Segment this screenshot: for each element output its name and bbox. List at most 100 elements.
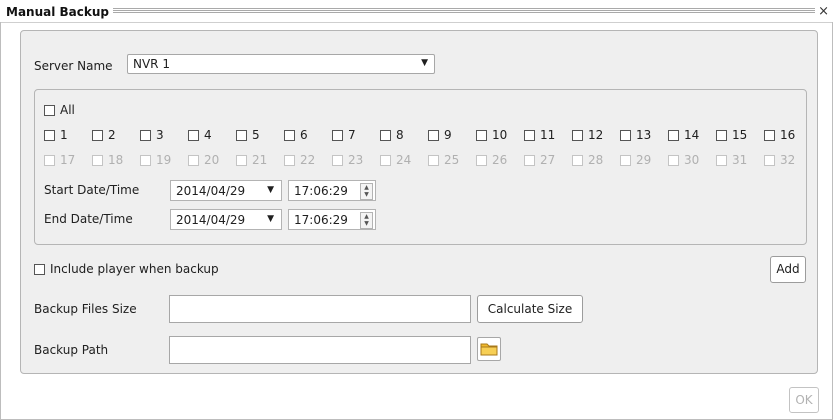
checkbox-box bbox=[476, 130, 487, 141]
include-player-checkbox[interactable]: Include player when backup bbox=[34, 262, 219, 276]
backup-path-field[interactable] bbox=[169, 336, 471, 364]
caret-down-icon: ▼ bbox=[267, 214, 274, 224]
checkbox-channel-label: 18 bbox=[108, 153, 124, 167]
checkbox-channel: 32 bbox=[764, 153, 795, 167]
checkbox-channel[interactable]: 4 bbox=[188, 128, 212, 142]
checkbox-box bbox=[524, 130, 535, 141]
checkbox-channel[interactable]: 1 bbox=[44, 128, 68, 142]
checkbox-channel-label: 11 bbox=[540, 128, 556, 142]
caret-down-icon: ▼ bbox=[267, 185, 274, 195]
browse-folder-button[interactable] bbox=[477, 337, 501, 361]
backup-path-label: Backup Path bbox=[34, 343, 109, 357]
spin-arrows-icon[interactable]: ▲ ▼ bbox=[360, 212, 373, 229]
server-name-label: Server Name bbox=[34, 59, 113, 73]
checkbox-channel[interactable]: 11 bbox=[524, 128, 555, 142]
checkbox-channel-label: 1 bbox=[60, 128, 68, 142]
checkbox-box bbox=[716, 130, 727, 141]
checkbox-channel: 27 bbox=[524, 153, 555, 167]
checkbox-channel: 20 bbox=[188, 153, 219, 167]
checkbox-channel-label: 32 bbox=[780, 153, 796, 167]
checkbox-box bbox=[572, 130, 583, 141]
start-date-picker[interactable]: 2014/04/29 ▼ bbox=[170, 180, 282, 201]
checkbox-channel: 19 bbox=[140, 153, 171, 167]
checkbox-channel: 22 bbox=[284, 153, 315, 167]
checkbox-channel-label: 14 bbox=[684, 128, 700, 142]
checkbox-channel[interactable]: 6 bbox=[284, 128, 308, 142]
checkbox-box bbox=[668, 130, 679, 141]
checkbox-channel-label: 13 bbox=[636, 128, 652, 142]
backup-files-size-field[interactable] bbox=[169, 295, 471, 323]
checkbox-box bbox=[572, 155, 583, 166]
checkbox-channel-label: 12 bbox=[588, 128, 604, 142]
checkbox-channel-label: 30 bbox=[684, 153, 700, 167]
backup-files-size-label: Backup Files Size bbox=[34, 302, 137, 316]
checkbox-box bbox=[236, 130, 247, 141]
checkbox-box bbox=[764, 130, 775, 141]
checkbox-channel-label: 7 bbox=[348, 128, 356, 142]
checkbox-box bbox=[716, 155, 727, 166]
checkbox-channel-label: 3 bbox=[156, 128, 164, 142]
checkbox-box bbox=[284, 155, 295, 166]
end-time-field[interactable]: 17:06:29 ▲ ▼ bbox=[288, 209, 376, 230]
checkbox-all[interactable]: All bbox=[44, 103, 75, 117]
checkbox-channel[interactable]: 10 bbox=[476, 128, 507, 142]
checkbox-box bbox=[428, 155, 439, 166]
checkbox-channel-label: 10 bbox=[492, 128, 508, 142]
end-date-picker[interactable]: 2014/04/29 ▼ bbox=[170, 209, 282, 230]
checkbox-channel: 21 bbox=[236, 153, 267, 167]
spin-arrows-icon[interactable]: ▲ ▼ bbox=[360, 183, 373, 200]
checkbox-box bbox=[140, 155, 151, 166]
checkbox-channel: 29 bbox=[620, 153, 651, 167]
checkbox-channel-label: 27 bbox=[540, 153, 556, 167]
end-time-value: 17:06:29 bbox=[294, 213, 348, 227]
checkbox-channel[interactable]: 9 bbox=[428, 128, 452, 142]
start-date-value: 2014/04/29 bbox=[176, 184, 246, 198]
checkbox-channel[interactable]: 8 bbox=[380, 128, 404, 142]
close-icon[interactable]: × bbox=[815, 4, 829, 19]
checkbox-channel[interactable]: 14 bbox=[668, 128, 699, 142]
checkbox-box bbox=[380, 130, 391, 141]
start-time-field[interactable]: 17:06:29 ▲ ▼ bbox=[288, 180, 376, 201]
add-button[interactable]: Add bbox=[770, 256, 806, 283]
checkbox-box bbox=[44, 105, 55, 116]
calculate-size-button[interactable]: Calculate Size bbox=[477, 295, 583, 323]
checkbox-channel-label: 2 bbox=[108, 128, 116, 142]
checkbox-box bbox=[34, 264, 45, 275]
checkbox-channel-label: 20 bbox=[204, 153, 220, 167]
checkbox-channel-label: 23 bbox=[348, 153, 364, 167]
checkbox-box bbox=[668, 155, 679, 166]
checkbox-channel: 28 bbox=[572, 153, 603, 167]
checkbox-channel-label: 5 bbox=[252, 128, 260, 142]
server-name-select[interactable]: NVR 1 ▼ bbox=[127, 54, 435, 74]
checkbox-channel-label: 24 bbox=[396, 153, 412, 167]
checkbox-channel[interactable]: 12 bbox=[572, 128, 603, 142]
checkbox-channel[interactable]: 16 bbox=[764, 128, 795, 142]
checkbox-channel-label: 21 bbox=[252, 153, 268, 167]
checkbox-box bbox=[92, 130, 103, 141]
title-bar: Manual Backup × bbox=[0, 0, 833, 23]
checkbox-channel-label: 29 bbox=[636, 153, 652, 167]
checkbox-box bbox=[620, 155, 631, 166]
checkbox-box bbox=[476, 155, 487, 166]
checkbox-channel-label: 26 bbox=[492, 153, 508, 167]
title-bar-grip bbox=[6, 8, 819, 14]
checkbox-box bbox=[188, 155, 199, 166]
checkbox-channel-label: 9 bbox=[444, 128, 452, 142]
checkbox-channel[interactable]: 15 bbox=[716, 128, 747, 142]
checkbox-channel: 18 bbox=[92, 153, 123, 167]
server-name-value: NVR 1 bbox=[133, 57, 170, 71]
checkbox-channel[interactable]: 13 bbox=[620, 128, 651, 142]
checkbox-channel[interactable]: 7 bbox=[332, 128, 356, 142]
checkbox-channel[interactable]: 5 bbox=[236, 128, 260, 142]
checkbox-channel-label: 15 bbox=[732, 128, 748, 142]
checkbox-channel-label: 22 bbox=[300, 153, 316, 167]
checkbox-channel[interactable]: 3 bbox=[140, 128, 164, 142]
folder-icon bbox=[480, 343, 498, 356]
checkbox-channel: 24 bbox=[380, 153, 411, 167]
checkbox-box bbox=[284, 130, 295, 141]
checkbox-box bbox=[428, 130, 439, 141]
checkbox-channel[interactable]: 2 bbox=[92, 128, 116, 142]
ok-button[interactable]: OK bbox=[789, 387, 819, 413]
checkbox-box bbox=[332, 130, 343, 141]
checkbox-box bbox=[92, 155, 103, 166]
